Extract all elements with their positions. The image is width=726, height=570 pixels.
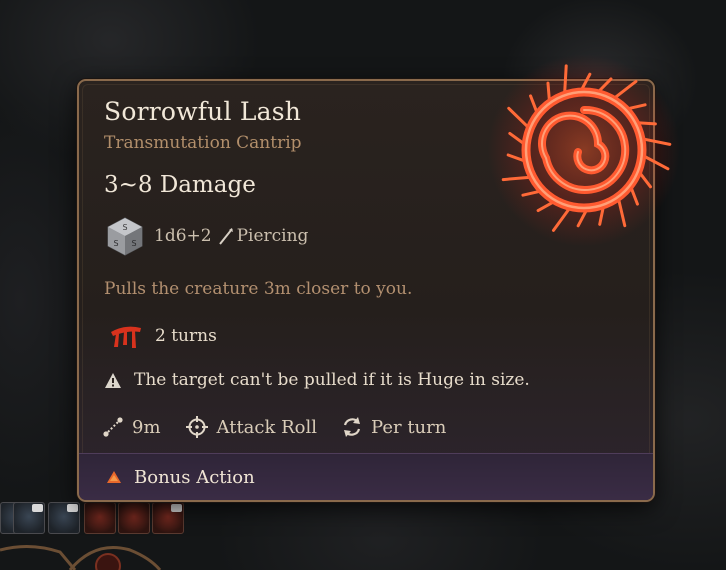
hotbar-slot[interactable] — [13, 502, 45, 534]
warning-icon — [105, 372, 121, 388]
note-row: The target can't be pulled if it is Huge… — [104, 367, 530, 393]
spell-name: Sorrowful Lash — [104, 97, 302, 126]
hotbar-slot[interactable] — [152, 502, 184, 534]
thorn-spiral-emblem — [488, 54, 680, 246]
recharge-stat: Per turn — [341, 416, 446, 438]
hotbar-fragment — [0, 502, 190, 570]
range-stat: 9m — [102, 416, 161, 438]
svg-text:S: S — [122, 223, 127, 232]
damage-type: Piercing — [236, 226, 309, 246]
speech-bubble-icon — [32, 504, 43, 512]
condition-row: 2 turns — [109, 321, 217, 351]
roll-type: Attack Roll — [216, 416, 318, 438]
size-restriction-note: The target can't be pulled if it is Huge… — [134, 370, 530, 390]
action-cost-bar: Bonus Action — [79, 453, 653, 500]
spell-school: Transmutation Cantrip — [104, 133, 302, 153]
bonus-action-triangle-icon — [107, 471, 121, 483]
speech-bubble-icon — [67, 504, 78, 512]
recharge-icon — [343, 417, 361, 437]
target-crosshair-icon — [185, 416, 208, 438]
bleeding-icon — [111, 326, 141, 348]
hotbar-slot[interactable] — [48, 502, 80, 534]
recharge-value: Per turn — [371, 416, 447, 438]
range-icon — [103, 417, 123, 437]
damage-dice: 1d6+2 — [154, 226, 212, 246]
hotbar-frame-ornament — [0, 545, 162, 570]
spell-description: Pulls the creature 3m closer to you. — [104, 279, 413, 299]
d6-dice-icon: S S S — [107, 217, 143, 256]
hotbar-slot[interactable] — [84, 502, 116, 534]
svg-text:S: S — [113, 239, 118, 248]
action-cost: Bonus Action — [134, 466, 255, 488]
svg-text:S: S — [131, 239, 136, 248]
emblem-thorn — [563, 64, 568, 95]
damage-range: 3~8 Damage — [104, 172, 256, 198]
hotbar-slot[interactable] — [118, 502, 150, 534]
range-value: 9m — [132, 416, 161, 438]
roll-stat: Attack Roll — [185, 415, 318, 439]
speech-bubble-icon — [171, 504, 182, 512]
condition-duration: 2 turns — [155, 326, 217, 346]
damage-dice-row: S S S 1d6+2 Piercing — [104, 215, 308, 257]
spell-stats-row: 9m Attack Roll Per turn — [102, 413, 470, 441]
piercing-icon — [218, 228, 233, 245]
